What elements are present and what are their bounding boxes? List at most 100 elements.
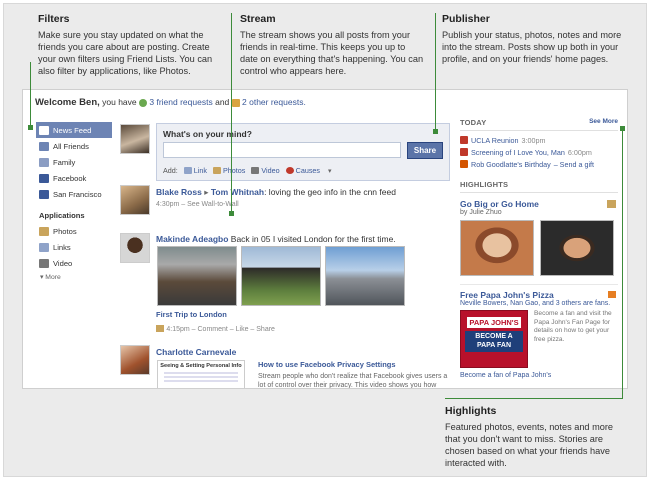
callout-filters-text: Make sure you stay updated on what the f… — [38, 30, 213, 76]
filter-facebook[interactable]: Facebook — [36, 170, 112, 186]
add-video-button[interactable]: Video — [251, 166, 280, 175]
callout-publisher: Publisher Publish your status, photos, n… — [442, 13, 632, 65]
filter-photos[interactable]: Photos — [36, 223, 112, 239]
highlight-photo[interactable] — [540, 220, 614, 276]
filter-san-francisco[interactable]: San Francisco — [36, 186, 112, 202]
stream-leader-dot — [229, 211, 234, 216]
chevron-down-icon: ▾ — [328, 166, 332, 175]
story-author[interactable]: Makinde Adeagbo — [156, 234, 228, 244]
add-link-button[interactable]: Link — [183, 166, 207, 175]
callout-highlights-title: Highlights — [445, 405, 497, 417]
story-meta[interactable]: 4:30pm – See Wall-to-Wall — [156, 201, 396, 208]
event-item[interactable]: Screening of I Love You, Man 6:00pm — [460, 146, 618, 158]
publisher-leader-dot — [433, 129, 438, 134]
friends-icon — [39, 141, 49, 151]
filter-label: All Friends — [53, 141, 89, 151]
welcome-bar: Welcome Ben, you have 3 friend requests … — [35, 97, 306, 108]
calendar-icon — [460, 148, 468, 156]
story-author[interactable]: Charlotte Carnevale — [156, 347, 236, 357]
ad-logo: PAPA JOHN'S — [467, 317, 521, 328]
video-icon — [251, 167, 260, 174]
user-avatar[interactable] — [120, 124, 150, 154]
story-target[interactable]: Tom Whitnah — [211, 187, 264, 197]
ad-body: PAPA JOHN'S BECOME A PAPA FAN Become a f… — [460, 310, 618, 372]
other-requests-link[interactable]: 2 other requests. — [242, 97, 306, 107]
add-link-label: Link — [193, 166, 207, 175]
link-icon — [183, 167, 192, 174]
ad-fans[interactable]: Neville Bowers, Nan Gao, and 3 others ar… — [460, 300, 618, 307]
highlight-title[interactable]: Go Big or Go Home — [460, 199, 618, 209]
filters-leader-line — [30, 62, 31, 128]
add-video-label: Video — [261, 166, 280, 175]
video-thumbnail[interactable]: Seeing & Setting Personal Info — [157, 360, 245, 388]
filter-news-feed[interactable]: News Feed — [36, 122, 112, 138]
story-text: Back in 05 I visited London for the firs… — [228, 234, 396, 244]
story-avatar[interactable] — [120, 345, 150, 375]
filter-label: Facebook — [53, 173, 87, 183]
applications-heading: Applications — [39, 211, 85, 220]
album-link[interactable]: First Trip to London — [156, 310, 227, 319]
story-meta[interactable]: 4:15pm – Comment – Like – Share — [166, 326, 275, 333]
highlight-photo[interactable] — [460, 220, 534, 276]
friend-list-icon — [39, 157, 49, 167]
send-gift-link[interactable]: – Send a gift — [554, 160, 594, 169]
flag-icon — [608, 291, 616, 298]
highlight-author: by Julie Zhuo — [460, 209, 502, 216]
ad-banner: BECOME A PAPA FAN — [465, 331, 523, 352]
story-avatar[interactable] — [120, 233, 150, 263]
highlight-note: Go Big or Go Home by Julie Zhuo — [460, 199, 618, 216]
filter-label: Photos — [53, 226, 77, 236]
publisher-attachments: Add: Link Photos Video Causes ▾ — [163, 166, 332, 175]
story-author[interactable]: Blake Ross — [156, 187, 202, 197]
filter-all-friends[interactable]: All Friends — [36, 138, 112, 154]
highlights-heading: Highlights — [460, 180, 618, 193]
event-time: 6:00pm — [567, 147, 592, 157]
add-photos-label: Photos — [222, 166, 246, 175]
today-heading: Today See More — [460, 118, 618, 131]
status-input[interactable] — [163, 142, 401, 158]
shared-link-title[interactable]: How to use Facebook Privacy Settings — [258, 360, 448, 369]
welcome-and: and — [215, 97, 230, 107]
more-filters-link[interactable]: ▾ More — [36, 273, 112, 281]
add-causes-button[interactable]: Causes ▾ — [285, 166, 332, 175]
callout-publisher-text: Publish your status, photos, notes and m… — [442, 30, 622, 64]
album-photo[interactable] — [241, 246, 321, 306]
friend-requests-link[interactable]: 3 friend requests — [149, 97, 212, 107]
become-fan-link[interactable]: Become a fan of Papa John's — [460, 372, 618, 379]
event-item[interactable]: UCLA Reunion 3:00pm — [460, 134, 618, 146]
add-photos-button[interactable]: Photos — [212, 166, 246, 175]
album-photo[interactable] — [157, 246, 237, 306]
callout-publisher-title: Publisher — [442, 13, 490, 25]
story-makinde: Makinde Adeagbo Back in 05 I visited Lon… — [156, 234, 396, 244]
album-photo[interactable] — [325, 246, 405, 306]
highlight-ad: Free Papa John's Pizza Neville Bowers, N… — [460, 284, 618, 307]
callout-stream-text: The stream shows you all posts from your… — [240, 30, 424, 76]
highlights-leader-horizontal — [445, 398, 623, 399]
add-causes-label: Causes — [295, 166, 321, 175]
ad-title[interactable]: Free Papa John's Pizza — [460, 290, 618, 300]
filter-video[interactable]: Video — [36, 255, 112, 271]
video-thumbnail-bars — [164, 372, 238, 384]
photos-icon — [607, 200, 616, 208]
see-more-link[interactable]: See More — [589, 118, 618, 125]
papa-johns-ad-image[interactable]: PAPA JOHN'S BECOME A PAPA FAN — [460, 310, 528, 368]
filter-label: News Feed — [53, 125, 92, 135]
other-request-icon — [231, 98, 240, 107]
photos-icon — [156, 325, 164, 333]
stream-leader-line — [231, 13, 232, 213]
callout-filters: Filters Make sure you stay updated on wh… — [38, 13, 223, 77]
filter-family[interactable]: Family — [36, 154, 112, 170]
album-title[interactable]: First Trip to London — [156, 310, 227, 319]
event-item[interactable]: Rob Goodlatte's Birthday – Send a gift — [460, 158, 618, 170]
highlights-leader-dot — [620, 126, 625, 131]
story-avatar[interactable] — [120, 185, 150, 215]
welcome-you-have: you have — [102, 97, 137, 107]
ad-description: Become a fan and visit the Papa John's F… — [534, 310, 612, 343]
share-button[interactable]: Share — [407, 142, 443, 159]
event-time: 3:00pm — [521, 135, 546, 145]
photos-icon — [39, 226, 49, 236]
publisher-box: What's on your mind? Share Add: Link Pho… — [156, 123, 450, 181]
filter-links[interactable]: Links — [36, 239, 112, 255]
filters-leader-dot — [28, 125, 33, 130]
photos-icon — [212, 167, 221, 174]
